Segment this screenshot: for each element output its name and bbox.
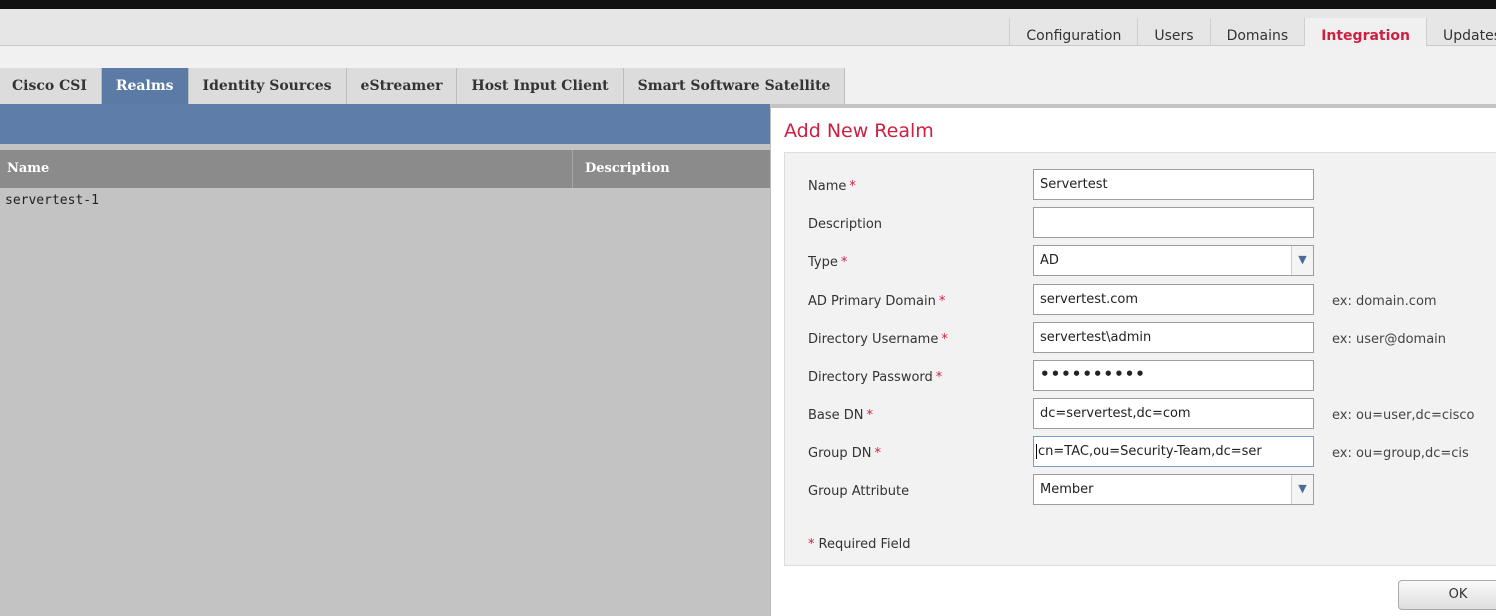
group-dn-value: cn=TAC,ou=Security-Team,dc=ser	[1038, 444, 1262, 459]
tab-cisco-csi[interactable]: Cisco CSI	[0, 68, 102, 104]
tab-estreamer[interactable]: eStreamer	[346, 68, 458, 104]
name-field[interactable]: Servertest	[1033, 169, 1314, 200]
realm-form: Name * Servertest Description Type * AD ▼ …	[784, 152, 1496, 566]
column-header-name[interactable]: Name	[0, 150, 573, 188]
group-attribute-select[interactable]: Member ▼	[1033, 474, 1314, 505]
group-attribute-label: Group Attribute	[808, 484, 910, 499]
base-dn-hint: ex: ou=user,dc=cisco	[1332, 408, 1475, 423]
sub-tab-strip: Cisco CSI Realms Identity Sources eStrea…	[0, 46, 1496, 104]
type-value: AD	[1040, 253, 1059, 268]
form-row-directory-password: Directory Password * ••••••••••	[785, 360, 1496, 398]
form-row-description: Description	[785, 207, 1496, 245]
text-cursor	[1036, 444, 1037, 459]
ad-primary-domain-field[interactable]: servertest.com	[1033, 284, 1314, 315]
description-field[interactable]	[1033, 207, 1314, 238]
group-dn-field[interactable]: cn=TAC,ou=Security-Team,dc=ser	[1033, 436, 1314, 467]
tab-realms[interactable]: Realms	[101, 68, 189, 104]
realm-toolbar	[0, 104, 770, 144]
form-row-name: Name * Servertest	[785, 169, 1496, 207]
form-row-ad-primary-domain: AD Primary Domain * servertest.com ex: do…	[785, 284, 1496, 322]
chevron-down-icon[interactable]: ▼	[1291, 246, 1313, 275]
tab-identity-sources[interactable]: Identity Sources	[188, 68, 347, 104]
ad-primary-domain-hint: ex: domain.com	[1332, 294, 1437, 309]
column-header-description[interactable]: Description	[573, 150, 770, 188]
base-dn-label: Base DN *	[808, 408, 874, 423]
required-marker: *	[935, 370, 943, 385]
realm-table-body: servertest-1	[0, 188, 770, 616]
group-dn-hint: ex: ou=group,dc=cis	[1332, 446, 1469, 461]
add-realm-dialog: Add New Realm Name * Servertest Descripti…	[770, 108, 1496, 616]
required-marker: *	[866, 408, 874, 423]
table-row[interactable]: servertest-1	[0, 188, 770, 214]
type-select[interactable]: AD ▼	[1033, 245, 1314, 276]
tab-smart-software-satellite[interactable]: Smart Software Satellite	[623, 68, 846, 104]
directory-password-field[interactable]: ••••••••••	[1033, 360, 1314, 391]
directory-username-field[interactable]: servertest\admin	[1033, 322, 1314, 353]
group-attribute-value: Member	[1040, 482, 1094, 497]
required-marker: *	[808, 537, 815, 552]
tab-host-input-client[interactable]: Host Input Client	[457, 68, 624, 104]
name-label: Name *	[808, 179, 856, 194]
required-marker: *	[941, 332, 948, 347]
directory-username-label: Directory Username *	[808, 332, 948, 347]
form-row-group-dn: Group DN * cn=TAC,ou=Security-Team,dc=ser…	[785, 436, 1496, 474]
required-marker: *	[849, 179, 856, 194]
group-dn-label: Group DN *	[808, 446, 881, 461]
required-field-note: * Required Field	[808, 537, 911, 552]
required-marker: *	[938, 294, 946, 309]
chevron-down-icon[interactable]: ▼	[1291, 475, 1313, 504]
integration-tabs: Cisco CSI Realms Identity Sources eStrea…	[0, 68, 846, 104]
form-row-group-attribute: Group Attribute Member ▼	[785, 474, 1496, 512]
description-label: Description	[808, 217, 883, 232]
realm-table-header: Name Description	[0, 150, 770, 188]
directory-username-hint: ex: user@domain	[1332, 332, 1447, 347]
form-row-directory-username: Directory Username * servertest\admin ex:…	[785, 322, 1496, 360]
form-row-type: Type * AD ▼	[785, 245, 1496, 283]
type-label: Type *	[808, 255, 848, 270]
dialog-title: Add New Realm	[784, 120, 934, 142]
base-dn-field[interactable]: dc=servertest,dc=com	[1033, 398, 1314, 429]
form-row-base-dn: Base DN * dc=servertest,dc=com ex: ou=use…	[785, 398, 1496, 436]
required-marker: *	[840, 255, 848, 270]
top-bar: Configuration Users Domains Integration …	[0, 0, 1496, 55]
ok-button[interactable]: OK	[1398, 580, 1496, 610]
ad-primary-domain-label: AD Primary Domain *	[808, 294, 946, 309]
realm-name-cell: servertest-1	[5, 193, 99, 208]
required-marker: *	[874, 446, 881, 461]
directory-password-label: Directory Password *	[808, 370, 943, 385]
